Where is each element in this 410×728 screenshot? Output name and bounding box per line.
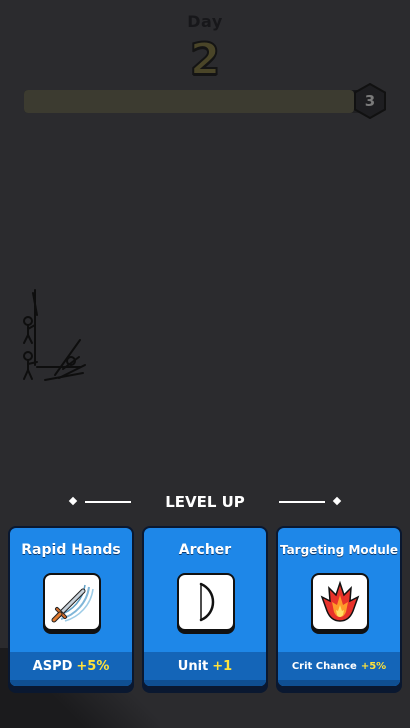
right-divider [279, 501, 325, 503]
upgrade-card-rapid-hands[interactable]: Rapid Hands ASPD +5% [8, 526, 134, 688]
card-icon-frame [43, 573, 101, 631]
battlefield-stick-figures [15, 285, 95, 389]
card-title: Targeting Module [279, 543, 399, 557]
bow-icon [199, 582, 215, 622]
day-label: Day [187, 12, 223, 31]
upgrade-card-archer[interactable]: Archer Unit +1 [142, 526, 268, 688]
day-progress-fill [24, 90, 355, 113]
level-up-title: LEVEL UP [165, 493, 245, 511]
fire-icon [320, 580, 360, 622]
level-up-header: LEVEL UP [0, 492, 410, 512]
stat-name: Crit Chance [291, 661, 357, 672]
card-icon-frame [311, 573, 369, 631]
stat-bonus: +1 [212, 659, 233, 674]
stat-bonus: +5% [360, 661, 387, 672]
card-icon-frame [177, 573, 235, 631]
card-stat: Unit +1 [144, 652, 266, 686]
stat-name: Unit [177, 659, 209, 674]
card-title: Rapid Hands [21, 542, 121, 558]
day-progress-bar [24, 90, 368, 113]
next-day-number: 3 [364, 92, 376, 110]
next-day-badge: 3 [352, 83, 388, 119]
card-stat: Crit Chance +5% [278, 652, 400, 686]
day-number: 2 [189, 33, 222, 86]
card-stat: ASPD +5% [10, 652, 132, 686]
card-title: Archer [178, 542, 232, 558]
stat-name: ASPD [32, 659, 73, 674]
sword-slash-icon [51, 584, 94, 623]
upgrade-card-targeting-module[interactable]: Targeting Module Crit Chance +5% [276, 526, 402, 688]
stat-bonus: +5% [76, 659, 110, 674]
